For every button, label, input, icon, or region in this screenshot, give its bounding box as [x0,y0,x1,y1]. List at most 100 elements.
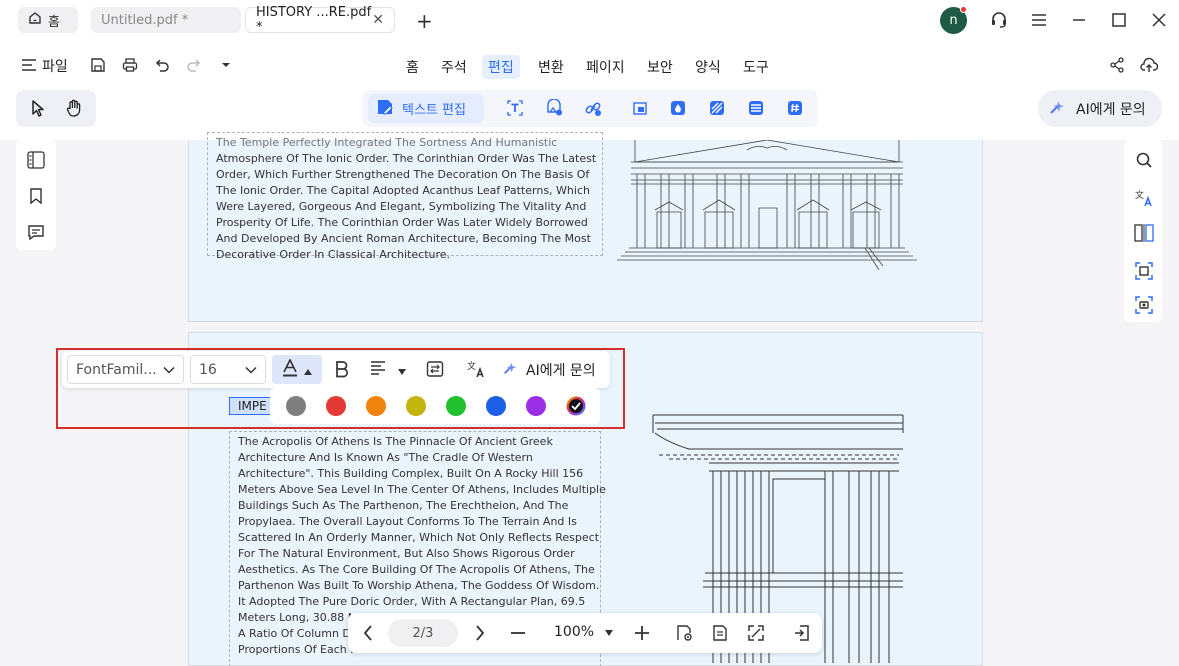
translate-text-icon[interactable]: 文 [466,359,486,379]
maximize-icon[interactable] [1110,11,1128,29]
menu-convert[interactable]: 변환 [532,55,570,79]
align-dropdown[interactable] [370,359,406,379]
font-color-icon [282,357,298,381]
print-icon[interactable] [121,56,139,74]
thumbnails-icon[interactable] [26,150,46,170]
svg-text:文: 文 [1135,189,1144,201]
menu-form[interactable]: 양식 [689,55,727,79]
tab-home-label: 홈 [48,14,60,30]
fit-screen-icon[interactable] [746,623,766,643]
next-page-icon[interactable] [470,623,490,643]
avatar-letter: n [949,13,958,28]
add-text-icon[interactable] [505,98,525,118]
menu-page[interactable]: 페이지 [580,55,631,79]
swatch-purple[interactable] [526,396,546,416]
bates-number-icon[interactable] [785,98,805,118]
tab-untitled[interactable]: Untitled.pdf * [91,7,241,33]
quick-access-dropdown-icon[interactable] [217,56,235,74]
hand-tool-icon[interactable] [64,98,84,118]
color-swatch-palette [270,388,600,424]
font-size-select[interactable]: 16 [190,355,266,384]
add-image-icon[interactable] [544,98,564,118]
menu-annotate[interactable]: 주석 [435,55,473,79]
scan-icon[interactable] [1134,295,1154,315]
text-box-icon[interactable] [425,359,445,379]
add-tab-icon[interactable]: + [416,9,433,33]
swatch-custom-selected[interactable] [566,396,586,416]
swatch-olive[interactable] [406,396,426,416]
screenshot-ocr-icon[interactable] [1134,261,1154,281]
caret-down-icon [398,360,406,379]
hamburger-icon[interactable] [20,56,38,74]
menu-edit[interactable]: 편집 [482,55,520,79]
bookmark-icon[interactable] [26,186,46,206]
menu-bar: 파일 홈 주석 편집 변환 페이지 보안 양식 도구 [0,40,1179,90]
ai-ask-button[interactable]: AI에게 문의 [1038,90,1162,127]
page-view-icon[interactable] [674,623,694,643]
swatch-red[interactable] [326,396,346,416]
swatch-gray[interactable] [286,396,306,416]
bold-icon[interactable] [332,359,352,379]
text-line: Meters Above Sea Level In The Center Of … [238,483,606,496]
minimize-icon[interactable] [1070,11,1088,29]
text-line: For The Natural Environment, But Also Sh… [238,547,575,560]
swatch-orange[interactable] [366,396,386,416]
menu-tools[interactable]: 도구 [737,55,775,79]
text-line: Parthenon Was Built To Worship Athena, T… [238,579,600,592]
comment-icon[interactable] [26,222,46,242]
zoom-out-icon[interactable] [508,623,528,643]
text-line: The Ionic Order. The Capital Adopted Aca… [216,184,590,197]
crop-icon[interactable] [630,98,650,118]
zoom-dropdown-icon[interactable] [599,623,619,643]
tab-home[interactable]: 홈 [18,7,78,33]
prev-page-icon[interactable] [358,623,378,643]
format-ai-ask-button[interactable]: AI에게 문의 [502,355,596,384]
swatch-green[interactable] [446,396,466,416]
menu-security[interactable]: 보안 [641,55,679,79]
menu-home[interactable]: 홈 [400,55,425,79]
text-block-corinthian[interactable]: The Temple Perfectly Integrated The Sort… [207,132,603,261]
save-icon[interactable] [89,56,107,74]
swatch-blue[interactable] [486,396,506,416]
page-indicator[interactable]: 2/3 [388,619,458,647]
close-icon[interactable]: ✕ [372,12,384,28]
background-icon[interactable] [707,98,727,118]
zoom-level[interactable]: 100% [554,624,594,640]
text-line: Architecture And Is Known As "The Cradle… [238,451,533,464]
right-sidebar: 文 [1124,140,1162,322]
ai-ask-label: AI에게 문의 [1076,101,1146,118]
watermark-icon[interactable] [668,98,688,118]
align-left-icon [370,360,386,379]
text-edit-button[interactable]: 텍스트 편집 [368,94,484,123]
translate-icon[interactable]: 文 [1134,188,1154,208]
header-footer-icon[interactable] [746,98,766,118]
compare-translate-icon[interactable] [1134,223,1154,243]
search-icon[interactable] [1134,150,1154,170]
redo-icon[interactable] [185,56,203,74]
text-line: Architecture". This Building Complex, Bu… [238,467,584,480]
text-line: Atmosphere Of The Ionic Order. The Corin… [216,152,597,165]
share-icon[interactable] [1108,56,1126,74]
text-line: Order, Which Further Strengthened The De… [216,168,590,181]
menu-icon[interactable] [1030,11,1048,29]
tab-history[interactable]: HISTORY ...RE.pdf * ✕ [245,5,395,35]
tab-history-label: HISTORY ...RE.pdf * [256,5,372,35]
close-window-icon[interactable] [1150,11,1168,29]
file-menu[interactable]: 파일 [42,56,68,76]
read-mode-icon[interactable] [710,623,730,643]
zoom-in-icon[interactable] [632,623,652,643]
selected-text[interactable]: IMPE [229,397,271,415]
undo-icon[interactable] [153,56,171,74]
font-family-select[interactable]: FontFamil... [67,355,184,384]
support-headset-icon[interactable] [990,11,1008,29]
exit-fullscreen-icon[interactable] [792,623,812,643]
add-link-icon[interactable] [583,98,603,118]
cloud-upload-icon[interactable] [1140,56,1158,74]
font-size-value: 16 [199,361,217,378]
ai-sparkle-icon [502,360,518,380]
text-line: The Acropolis Of Athens Is The Pinnacle … [238,435,553,448]
font-color-button[interactable] [272,355,322,384]
select-cursor-icon[interactable] [28,98,48,118]
tab-untitled-label: Untitled.pdf * [101,12,189,28]
svg-text:文: 文 [467,360,476,372]
